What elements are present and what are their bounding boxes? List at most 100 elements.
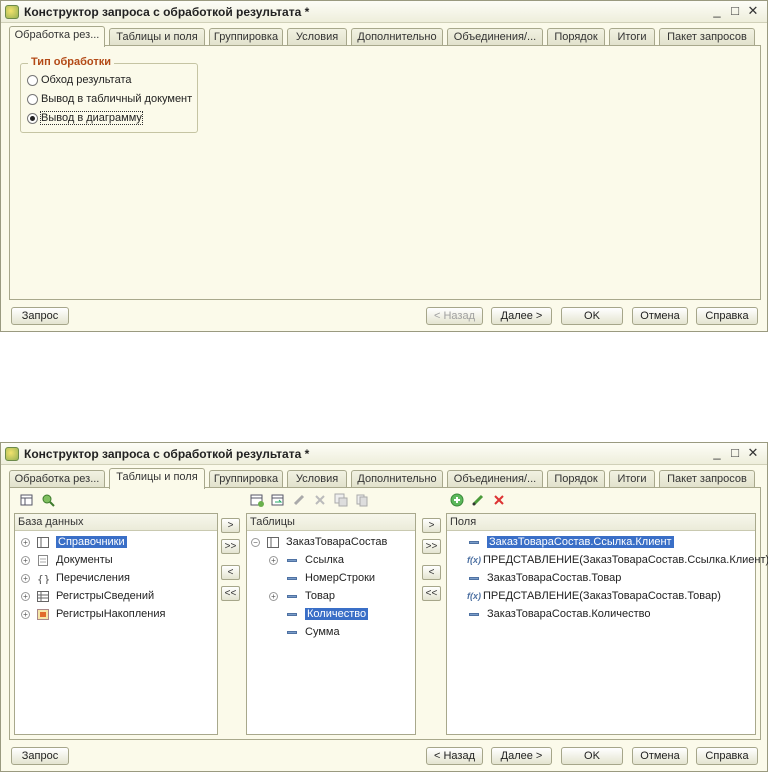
add-field-button[interactable]: > [422, 518, 441, 533]
add-all-tables-button[interactable]: >> [221, 539, 240, 554]
add-field-icon[interactable] [450, 493, 464, 507]
ok-button[interactable]: OK [561, 747, 623, 765]
next-button[interactable]: Далее > [491, 747, 552, 765]
edit-icon[interactable] [292, 493, 306, 507]
tree-item-label: Количество [305, 608, 369, 620]
tab-totals[interactable]: Итоги [609, 28, 655, 46]
expand-icon[interactable]: + [21, 537, 30, 547]
query-button[interactable]: Запрос [11, 307, 69, 325]
help-button[interactable]: Справка [696, 747, 758, 765]
database-list[interactable]: База данных + Справочники + Документы + … [14, 513, 218, 735]
tree-item-field[interactable]: + Ссылка [269, 552, 344, 568]
expand-icon[interactable]: + [21, 591, 30, 601]
app-icon [5, 446, 19, 461]
remove-all-tables-button[interactable]: << [221, 586, 240, 601]
expand-icon[interactable]: + [21, 609, 30, 619]
tab-order[interactable]: Порядок [547, 28, 605, 46]
cancel-button[interactable]: Отмена [632, 747, 688, 765]
query-button[interactable]: Запрос [11, 747, 69, 765]
replace-table-icon[interactable] [271, 493, 285, 507]
tables-list[interactable]: Таблицы − ЗаказТовараСостав + Ссылка Ном… [246, 513, 416, 735]
tab-totals[interactable]: Итоги [609, 470, 655, 488]
expand-icon[interactable]: + [21, 555, 30, 565]
radio-spreadsheet[interactable]: Вывод в табличный документ [27, 93, 192, 105]
tree-item-info-registers[interactable]: + РегистрыСведений [21, 588, 154, 604]
close-button[interactable]: ✕ [745, 445, 761, 461]
tree-item-field[interactable]: + Товар [269, 588, 335, 604]
tree-item-field[interactable]: Количество [269, 606, 369, 622]
edit-field-icon[interactable] [471, 493, 485, 507]
tree-item-enums[interactable]: + {} Перечисления [21, 570, 130, 586]
tab-conditions[interactable]: Условия [287, 28, 347, 46]
tab-conditions[interactable]: Условия [287, 470, 347, 488]
ok-button[interactable]: OK [561, 307, 623, 325]
minimize-button[interactable]: _ [709, 445, 725, 461]
maximize-button[interactable]: □ [727, 445, 743, 461]
field-row[interactable]: ЗаказТовараСостав.Количество [467, 606, 650, 622]
add-all-fields-button[interactable]: >> [422, 539, 441, 554]
field-label: ПРЕДСТАВЛЕНИЕ(ЗаказТовараСостав.Ссылка.К… [483, 554, 768, 566]
tree-item-accum-registers[interactable]: + РегистрыНакопления [21, 606, 165, 622]
radio-circle[interactable] [27, 93, 38, 105]
find-icon[interactable] [41, 493, 55, 507]
collapse-icon[interactable]: − [251, 537, 260, 547]
add-table-icon[interactable] [250, 493, 264, 507]
tree-item-field[interactable]: Сумма [269, 624, 340, 640]
tab-tables-and-fields[interactable]: Таблицы и поля [109, 28, 205, 46]
add-table-button[interactable]: > [221, 518, 240, 533]
remove-field-button[interactable]: < [422, 565, 441, 580]
radio-label: Вывод в табличный документ [41, 93, 193, 105]
tree-item-label: Ссылка [305, 554, 344, 566]
radio-circle-selected[interactable] [27, 112, 38, 124]
field-row[interactable]: f(x) ПРЕДСТАВЛЕНИЕ(ЗаказТовараСостав.Ссы… [467, 552, 768, 568]
tree-item-catalogs[interactable]: + Справочники [21, 534, 127, 550]
tab-grouping[interactable]: Группировка [209, 470, 283, 488]
tab-processing[interactable]: Обработка рез... [9, 470, 105, 488]
tables-header: Таблицы [247, 514, 415, 531]
tab-processing[interactable]: Обработка рез... [9, 26, 105, 47]
radio-chart[interactable]: Вывод в диаграмму [27, 111, 143, 125]
remove-all-fields-button[interactable]: << [422, 586, 441, 601]
tab-tables-and-fields[interactable]: Таблицы и поля [109, 468, 205, 489]
table-view-icon[interactable] [20, 493, 34, 507]
field-icon [469, 540, 479, 544]
window-title: Конструктор запроса с обработкой результ… [24, 4, 310, 19]
radio-iterate[interactable]: Обход результата [27, 74, 132, 86]
copy-icon[interactable] [355, 493, 369, 507]
title-bar: Конструктор запроса с обработкой результ… [1, 1, 767, 23]
delete-icon[interactable] [313, 493, 327, 507]
tab-unions[interactable]: Объединения/... [447, 470, 543, 488]
close-button[interactable]: ✕ [745, 3, 761, 19]
expand-icon[interactable]: + [21, 573, 30, 583]
document-icon [37, 554, 49, 566]
radio-circle[interactable] [27, 74, 38, 86]
tab-grouping[interactable]: Группировка [209, 28, 283, 46]
tab-batch[interactable]: Пакет запросов [659, 28, 755, 46]
minimize-button[interactable]: _ [709, 3, 725, 19]
help-button[interactable]: Справка [696, 307, 758, 325]
delete-field-icon[interactable] [492, 493, 506, 507]
fields-list[interactable]: Поля ЗаказТовараСостав.Ссылка.Клиент f(x… [446, 513, 768, 735]
field-row[interactable]: ЗаказТовараСостав.Товар [467, 570, 621, 586]
maximize-button[interactable]: □ [727, 3, 743, 19]
tab-advanced[interactable]: Дополнительно [351, 470, 443, 488]
processing-panel: Тип обработки Обход результата Вывод в т… [9, 45, 761, 300]
tab-batch[interactable]: Пакет запросов [659, 470, 755, 488]
tree-item-documents[interactable]: + Документы [21, 552, 113, 568]
field-icon [287, 558, 297, 562]
field-row[interactable]: f(x) ПРЕДСТАВЛЕНИЕ(ЗаказТовараСостав.Тов… [467, 588, 721, 604]
tab-advanced[interactable]: Дополнительно [351, 28, 443, 46]
nested-query-icon[interactable] [334, 493, 348, 507]
cancel-button[interactable]: Отмена [632, 307, 688, 325]
back-button[interactable]: < Назад [426, 307, 483, 325]
remove-table-button[interactable]: < [221, 565, 240, 580]
expand-icon[interactable]: + [269, 591, 278, 601]
expand-icon[interactable]: + [269, 555, 278, 565]
tab-order[interactable]: Порядок [547, 470, 605, 488]
tab-unions[interactable]: Объединения/... [447, 28, 543, 46]
tree-item-table-root[interactable]: − ЗаказТовараСостав [251, 534, 387, 550]
back-button[interactable]: < Назад [426, 747, 483, 765]
next-button[interactable]: Далее > [491, 307, 552, 325]
field-row[interactable]: ЗаказТовараСостав.Ссылка.Клиент [467, 534, 674, 550]
tree-item-field[interactable]: НомерСтроки [269, 570, 375, 586]
